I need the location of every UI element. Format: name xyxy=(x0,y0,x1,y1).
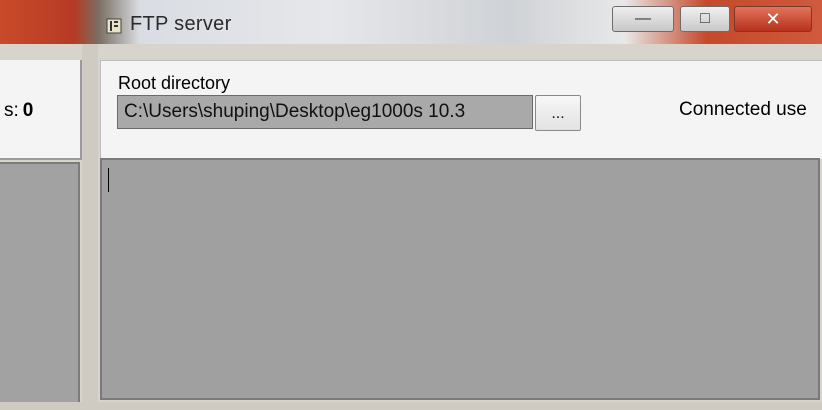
text-caret xyxy=(108,168,109,192)
title-bar[interactable]: FTP server — □ ✕ xyxy=(0,0,822,44)
close-button[interactable]: ✕ xyxy=(734,6,812,32)
maximize-button[interactable]: □ xyxy=(680,6,730,32)
client-list[interactable] xyxy=(0,162,80,406)
stat-row: s: 0 xyxy=(4,100,33,122)
window-title: FTP server xyxy=(130,13,232,35)
minimize-button[interactable]: — xyxy=(612,6,674,32)
close-icon: ✕ xyxy=(765,9,781,29)
log-textarea[interactable] xyxy=(100,158,820,400)
window-bottom-border xyxy=(0,402,822,410)
panel-splitter[interactable] xyxy=(82,44,98,410)
root-directory-label: Root directory xyxy=(118,73,231,93)
connected-users-label: Connected use xyxy=(679,99,807,120)
root-directory-field[interactable]: C:\Users\shuping\Desktop\eg1000s 10.3 xyxy=(117,95,533,129)
app-icon xyxy=(106,17,122,35)
stat-label: s: xyxy=(4,100,19,121)
stat-value: 0 xyxy=(22,100,34,121)
stats-panel: s: 0 xyxy=(0,60,82,160)
minimize-icon: — xyxy=(635,10,651,27)
settings-panel: Root directory C:\Users\shuping\Desktop\… xyxy=(100,60,822,159)
browse-button[interactable]: ... xyxy=(535,95,581,131)
maximize-icon: □ xyxy=(700,10,710,27)
